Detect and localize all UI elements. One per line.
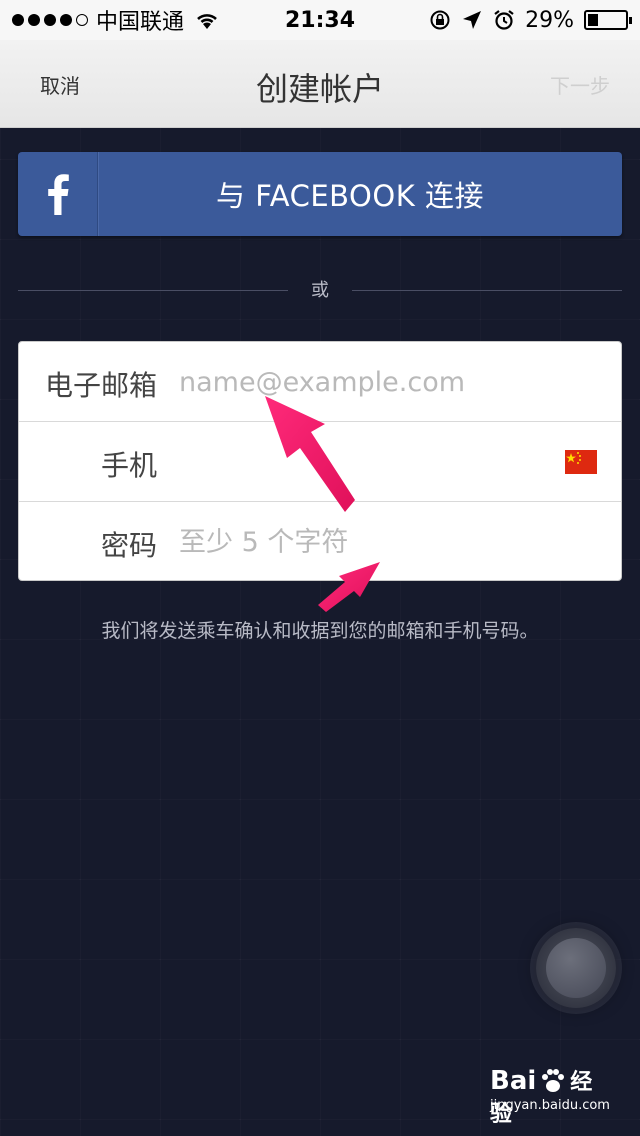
facebook-connect-label: 与 FACEBOOK 连接 xyxy=(216,179,484,213)
phone-input[interactable] xyxy=(179,440,599,484)
alarm-icon xyxy=(494,10,514,30)
battery-percentage: 29% xyxy=(525,7,574,33)
next-step-button[interactable]: 下一步 xyxy=(550,70,610,99)
divider-text: 或 xyxy=(311,280,329,301)
page-title: 创建帐户 xyxy=(255,70,384,108)
password-row: 密码 xyxy=(19,502,621,580)
phone-label: 手机 xyxy=(100,449,157,482)
password-input[interactable] xyxy=(179,520,599,564)
wifi-icon xyxy=(197,14,217,29)
status-bar: 中国联通 21:34 29% xyxy=(0,0,640,40)
paw-icon xyxy=(542,1069,564,1092)
or-divider: 或 xyxy=(18,276,622,304)
signal-strength-icon xyxy=(12,14,88,26)
receipt-hint-text: 我们将发送乘车确认和收据到您的邮箱和手机号码。 xyxy=(101,620,539,642)
phone-row: 手机 xyxy=(19,422,621,502)
battery-icon xyxy=(584,10,632,30)
rotation-lock-icon xyxy=(430,10,450,30)
location-icon xyxy=(463,11,482,29)
facebook-logo-container xyxy=(18,152,98,236)
facebook-logo-icon xyxy=(47,174,69,215)
watermark-url: jingyan.baidu.com xyxy=(490,1098,610,1113)
navigation-bar: 取消 创建帐户 下一步 xyxy=(0,40,640,128)
carrier-name: 中国联通 xyxy=(96,10,185,35)
floating-assistive-button[interactable] xyxy=(536,928,616,1008)
email-label: 电子邮箱 xyxy=(44,369,157,402)
signup-form: 电子邮箱 手机 密码 xyxy=(18,341,622,581)
password-label: 密码 xyxy=(100,529,157,562)
china-flag-icon[interactable] xyxy=(565,450,597,474)
email-row: 电子邮箱 xyxy=(19,342,621,422)
divider-line-right xyxy=(352,290,622,291)
email-input[interactable] xyxy=(179,360,599,404)
cancel-button[interactable]: 取消 xyxy=(40,70,80,99)
facebook-connect-button[interactable]: 与 FACEBOOK 连接 xyxy=(18,152,622,236)
baidu-watermark: Bai 经验 jingyan.baidu.com xyxy=(490,1064,610,1127)
